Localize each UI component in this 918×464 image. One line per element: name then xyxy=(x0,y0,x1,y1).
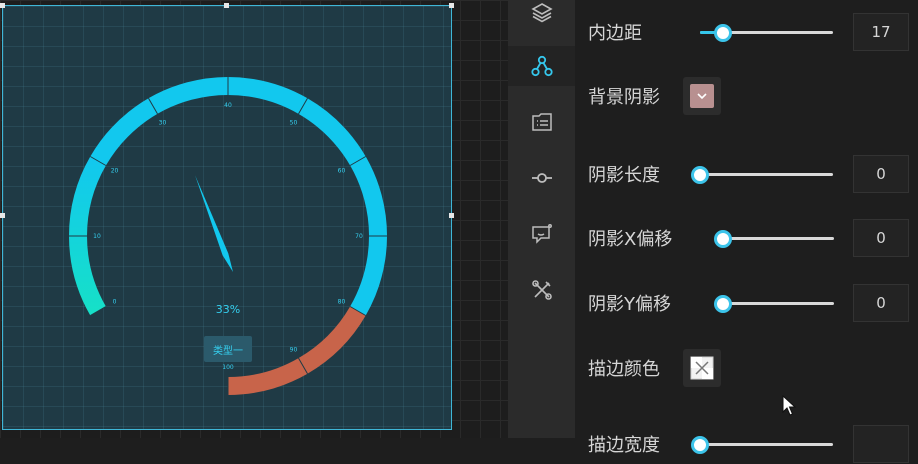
gauge-tick-label: 100 xyxy=(222,364,234,371)
commit-icon[interactable] xyxy=(508,158,575,198)
padding-label: 内边距 xyxy=(588,23,642,44)
background-shadow-row: 背景阴影 xyxy=(575,76,918,116)
gauge-percent-text: 33% xyxy=(215,303,241,316)
gauge-widget[interactable]: 0 10 20 30 40 50 60 70 80 90 100 33% 类型一 xyxy=(2,5,452,430)
padding-input[interactable]: 17 xyxy=(853,13,909,51)
properties-panel: 内边距 17 背景阴影 阴影长度 0 阴影X偏移 0 阴影Y偏移 0 描边颜色 … xyxy=(575,0,918,463)
shadow-x-offset-slider-thumb[interactable] xyxy=(714,229,732,248)
background-shadow-label: 背景阴影 xyxy=(588,87,660,108)
shadow-y-offset-input[interactable]: 0 xyxy=(853,284,909,322)
padding-row: 内边距 17 xyxy=(575,12,918,52)
gauge-tick-label: 30 xyxy=(159,120,167,127)
type-button[interactable]: 类型一 xyxy=(204,336,252,362)
list-card-icon[interactable] xyxy=(508,102,575,142)
shadow-y-offset-label: 阴影Y偏移 xyxy=(588,294,671,315)
gauge-tick-label: 60 xyxy=(338,168,346,175)
resize-handle-top-left[interactable] xyxy=(0,3,5,8)
transparent-swatch-icon xyxy=(690,356,714,380)
gauge-tick-label: 10 xyxy=(93,233,101,240)
padding-slider-thumb[interactable] xyxy=(713,23,732,42)
component-sidebar xyxy=(508,0,575,438)
layers-icon[interactable] xyxy=(508,0,575,32)
shadow-length-row: 阴影长度 0 xyxy=(575,154,918,194)
resize-handle-left[interactable] xyxy=(0,213,5,218)
nodes-icon[interactable] xyxy=(508,46,575,86)
chevron-down-icon xyxy=(697,93,707,100)
resize-handle-top-right[interactable] xyxy=(449,3,454,8)
stroke-width-label: 描边宽度 xyxy=(588,435,660,456)
stroke-width-slider[interactable] xyxy=(691,435,833,454)
shadow-x-offset-row: 阴影X偏移 0 xyxy=(575,218,918,258)
padding-slider[interactable] xyxy=(700,23,833,42)
stroke-color-picker[interactable] xyxy=(683,349,721,387)
gauge-tick-label: 20 xyxy=(111,168,119,175)
tools-icon[interactable] xyxy=(508,270,575,310)
stroke-color-row: 描边颜色 xyxy=(575,348,918,388)
shadow-x-offset-slider[interactable] xyxy=(714,229,834,248)
background-shadow-swatch xyxy=(690,84,714,108)
mouse-cursor-icon xyxy=(782,395,796,416)
gauge-tick-label: 70 xyxy=(355,233,363,240)
editor-canvas[interactable]: 0 10 20 30 40 50 60 70 80 90 100 33% 类型一 xyxy=(0,0,508,438)
shadow-y-offset-row: 阴影Y偏移 0 xyxy=(575,283,918,323)
shadow-length-input[interactable]: 0 xyxy=(853,155,909,193)
shadow-x-offset-label: 阴影X偏移 xyxy=(588,229,673,250)
gauge-tick-label: 40 xyxy=(224,102,232,109)
shadow-y-offset-slider[interactable] xyxy=(714,294,834,313)
shadow-y-offset-slider-thumb[interactable] xyxy=(714,294,732,313)
stroke-width-slider-thumb[interactable] xyxy=(691,435,709,454)
chat-icon[interactable] xyxy=(508,214,575,254)
gauge-tick-label: 90 xyxy=(290,346,298,353)
shadow-length-label: 阴影长度 xyxy=(588,165,660,186)
shadow-length-slider-thumb[interactable] xyxy=(691,165,709,184)
gauge-arc-main xyxy=(90,77,387,316)
shadow-x-offset-input[interactable]: 0 xyxy=(853,219,909,257)
resize-handle-top[interactable] xyxy=(224,3,229,8)
stroke-width-input[interactable] xyxy=(853,425,909,463)
stroke-width-row: 描边宽度 xyxy=(575,424,918,464)
gauge-tick-label: 50 xyxy=(290,120,298,127)
shadow-length-slider[interactable] xyxy=(691,165,833,184)
resize-handle-right[interactable] xyxy=(449,213,454,218)
gauge-chart: 0102030405060708090100 xyxy=(69,77,387,395)
gauge-pointer xyxy=(195,175,233,272)
background-shadow-color-picker[interactable] xyxy=(683,77,721,115)
stroke-color-label: 描边颜色 xyxy=(588,359,660,380)
